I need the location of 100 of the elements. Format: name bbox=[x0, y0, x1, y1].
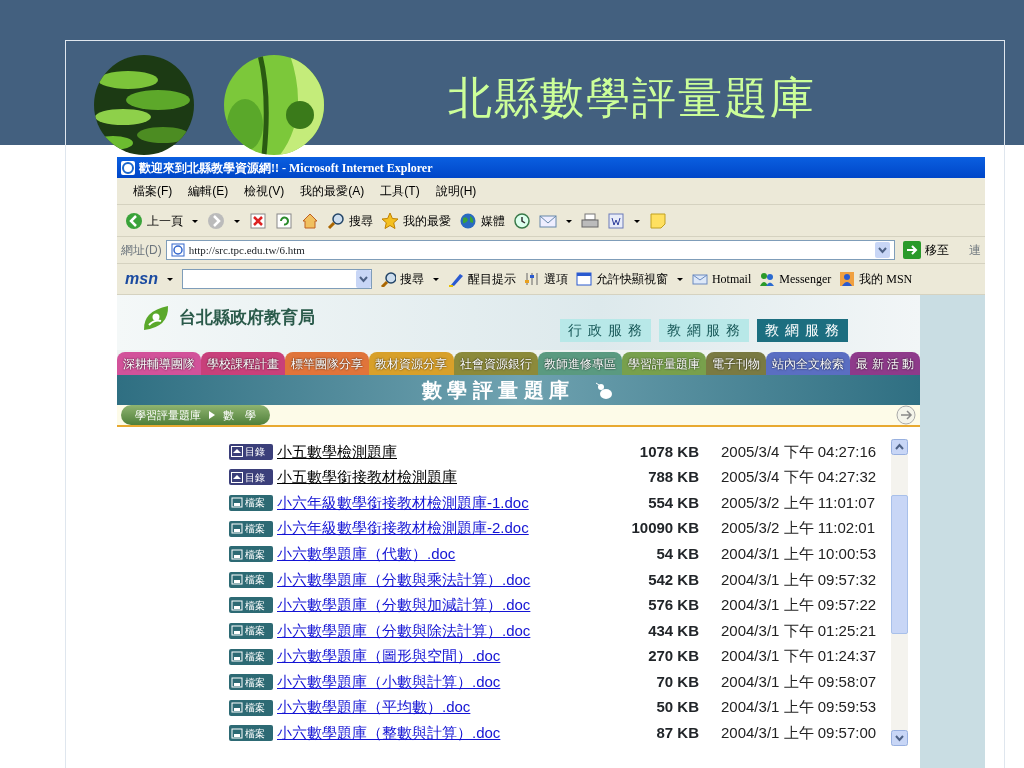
file-link[interactable]: 小六數學題庫（分數與除法計算）.doc bbox=[277, 619, 627, 643]
file-size: 576 KB bbox=[647, 595, 699, 616]
word-button[interactable] bbox=[607, 211, 625, 230]
file-size: 10090 KB bbox=[630, 518, 699, 539]
search-button[interactable]: 搜尋 bbox=[379, 270, 424, 288]
scroll-down-icon[interactable] bbox=[891, 730, 908, 747]
scroll-up-icon[interactable] bbox=[891, 439, 908, 455]
caret-icon[interactable] bbox=[431, 275, 440, 283]
stop-button[interactable] bbox=[249, 211, 267, 230]
badge-text: 檔案 bbox=[245, 675, 265, 690]
file-link[interactable]: 小六數學題庫（分數與乘法計算）.doc bbox=[277, 568, 627, 591]
star-icon bbox=[381, 211, 399, 230]
menu-item[interactable]: 檔案(F) bbox=[133, 182, 173, 200]
file-size: 270 KB bbox=[647, 646, 699, 667]
file-link[interactable]: 小六數學題庫（小數與計算）.doc bbox=[277, 670, 627, 694]
badge-text: 檔案 bbox=[245, 624, 265, 639]
nav-tab[interactable]: 電子刊物 bbox=[706, 351, 767, 375]
search-field[interactable] bbox=[181, 269, 372, 289]
back-icon bbox=[125, 211, 143, 230]
file-date: 2005/3/2 上午 11:02:01 bbox=[721, 518, 876, 539]
home-icon bbox=[301, 211, 319, 230]
menu-item[interactable]: 檢視(V) bbox=[244, 182, 285, 200]
badge-text: 檔案 bbox=[245, 522, 265, 537]
scrollbar[interactable] bbox=[891, 439, 908, 747]
file-date: 2005/3/2 上午 11:01:07 bbox=[721, 492, 876, 513]
address-field[interactable]: http://src.tpc.edu.tw/6.htm bbox=[165, 240, 895, 260]
file-date: 2004/3/1 上午 09:57:22 bbox=[721, 595, 878, 616]
file-link[interactable]: 小六數學題庫（平均數）.doc bbox=[277, 696, 627, 719]
badge-text: 檔案 bbox=[245, 573, 265, 588]
nav-tab[interactable]: 站內全文檢索 bbox=[766, 351, 851, 375]
go-button[interactable]: 移至 bbox=[903, 241, 949, 259]
printer-icon bbox=[581, 211, 599, 230]
file-size: 788 KB bbox=[647, 467, 699, 488]
file-link[interactable]: 小六數學題庫（代數）.doc bbox=[277, 542, 627, 566]
folder-link[interactable]: 小五數學銜接教材檢測題庫 bbox=[277, 466, 627, 489]
nav-tab[interactable]: 學校課程計畫 bbox=[201, 351, 286, 375]
msn-link[interactable]: 我的 MSN bbox=[839, 270, 913, 288]
highlight-button[interactable]: 醒目提示 bbox=[447, 270, 516, 288]
favorites-button[interactable]: 我的最愛 bbox=[381, 211, 451, 230]
nav-tab[interactable]: 最 新 活 動 bbox=[850, 351, 920, 375]
badge-text: 檔案 bbox=[245, 496, 265, 511]
msn-link[interactable]: Messenger bbox=[759, 270, 832, 288]
file-date: 2004/3/1 下午 01:24:37 bbox=[721, 646, 878, 667]
service-tab[interactable]: 行 政 服 務 bbox=[560, 319, 651, 342]
sliders-icon bbox=[523, 271, 540, 287]
caret-icon[interactable] bbox=[165, 275, 174, 283]
search-icon bbox=[379, 271, 396, 287]
file-link[interactable]: 小六數學題庫（整數與計算）.doc bbox=[277, 722, 627, 745]
msn-link[interactable]: Hotmail bbox=[691, 270, 752, 288]
eject-icon bbox=[231, 471, 243, 483]
media-button[interactable]: 媒體 bbox=[459, 211, 505, 230]
badge-text: 檔案 bbox=[245, 598, 265, 613]
links-label[interactable]: 連 bbox=[969, 241, 981, 259]
home-button[interactable] bbox=[301, 211, 319, 230]
people-icon bbox=[759, 271, 776, 287]
dropdown-icon[interactable] bbox=[875, 242, 890, 258]
file-date: 2004/3/1 上午 09:57:32 bbox=[721, 569, 878, 590]
badge-text: 目錄 bbox=[245, 445, 265, 460]
history-button[interactable] bbox=[513, 211, 531, 230]
file-date: 2004/3/1 上午 09:59:53 bbox=[721, 697, 878, 718]
banner-title: 數 學 評 量 題 庫 bbox=[421, 378, 570, 403]
clock-icon bbox=[513, 211, 531, 230]
msn-logo[interactable]: msn bbox=[125, 267, 158, 291]
file-link[interactable]: 小六數學題庫（圖形與空間）.doc bbox=[277, 645, 627, 668]
file-size: 54 KB bbox=[655, 543, 699, 564]
caret-icon[interactable] bbox=[675, 275, 684, 283]
browser-icon bbox=[121, 160, 135, 175]
badge-text: 檔案 bbox=[245, 547, 265, 562]
dropdown-icon[interactable] bbox=[355, 270, 371, 288]
file-size: 542 KB bbox=[647, 569, 699, 590]
popup-button[interactable]: 允許快顯視窗 bbox=[575, 270, 668, 288]
options-button[interactable]: 選項 bbox=[523, 270, 568, 288]
forward-icon bbox=[207, 211, 225, 230]
address-text: http://src.tpc.edu.tw/6.htm bbox=[188, 242, 306, 258]
menu-item[interactable]: 工具(T) bbox=[380, 182, 420, 200]
file-date: 2004/3/1 上午 10:00:53 bbox=[721, 543, 878, 564]
file-size: 87 KB bbox=[655, 723, 699, 744]
leaf-logo-icon bbox=[141, 303, 171, 333]
scroll-thumb[interactable] bbox=[891, 495, 908, 635]
nav-tab[interactable]: 深耕輔導團隊 bbox=[117, 351, 202, 375]
print-button[interactable] bbox=[581, 211, 599, 230]
file-date: 2004/3/1 上午 09:58:07 bbox=[721, 671, 878, 692]
menu-item[interactable]: 說明(H) bbox=[435, 182, 477, 200]
marker-icon bbox=[447, 271, 464, 287]
refresh-button[interactable] bbox=[275, 211, 293, 230]
service-tab[interactable]: 教 網 服 務 bbox=[757, 319, 848, 342]
stop-icon bbox=[249, 211, 267, 230]
search-button[interactable]: 搜尋 bbox=[327, 211, 373, 230]
note-icon bbox=[649, 211, 667, 230]
file-link[interactable]: 小六數學題庫（分數與加減計算）.doc bbox=[277, 594, 627, 617]
file-link[interactable]: 小六年級數學銜接教材檢測題庫-1.doc bbox=[277, 491, 627, 515]
badge-text: 檔案 bbox=[245, 726, 265, 741]
file-size: 434 KB bbox=[647, 620, 699, 641]
menu-item[interactable]: 編輯(E) bbox=[188, 182, 229, 200]
service-tab[interactable]: 教 網 服 務 bbox=[658, 319, 750, 342]
badge-text: 檔案 bbox=[245, 650, 265, 665]
folder-link[interactable]: 小五數學檢測題庫 bbox=[277, 440, 627, 464]
file-link[interactable]: 小六年級數學銜接教材檢測題庫-2.doc bbox=[277, 517, 627, 540]
menu-item[interactable]: 我的最愛(A) bbox=[300, 182, 365, 200]
back-button[interactable]: 上一頁 bbox=[125, 211, 183, 230]
